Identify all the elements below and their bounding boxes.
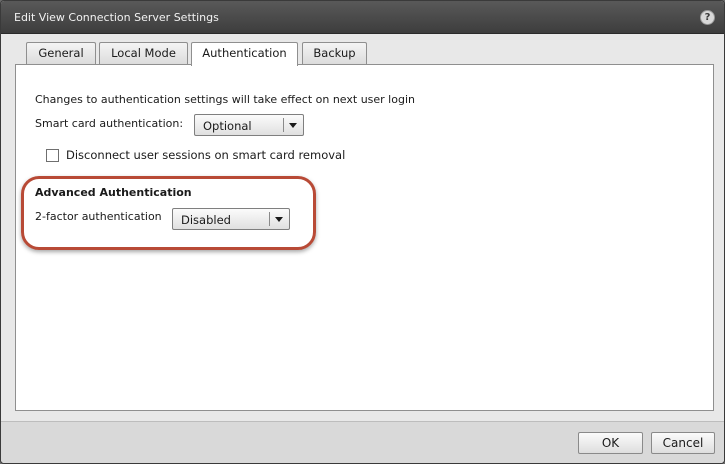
tab-general[interactable]: General xyxy=(26,42,96,64)
chevron-down-icon xyxy=(275,217,283,222)
dialog-footer: OK Cancel xyxy=(1,421,724,463)
help-icon[interactable]: ? xyxy=(700,10,715,25)
smart-card-select[interactable]: Optional xyxy=(194,114,304,136)
tab-backup[interactable]: Backup xyxy=(302,42,367,64)
cancel-button[interactable]: Cancel xyxy=(651,432,715,454)
smart-card-label: Smart card authentication: xyxy=(35,117,184,130)
disconnect-checkbox-label[interactable]: Disconnect user sessions on smart card r… xyxy=(66,148,345,162)
edit-settings-dialog: Edit View Connection Server Settings ? G… xyxy=(0,0,725,464)
select-divider xyxy=(269,212,270,226)
two-factor-label: 2-factor authentication xyxy=(35,210,162,223)
dialog-title: Edit View Connection Server Settings xyxy=(14,11,219,24)
title-bar[interactable]: Edit View Connection Server Settings ? xyxy=(1,1,724,34)
tab-local-mode[interactable]: Local Mode xyxy=(99,42,188,64)
two-factor-value: Disabled xyxy=(181,213,231,227)
ok-button[interactable]: OK xyxy=(578,432,643,454)
smart-card-value: Optional xyxy=(203,119,252,133)
chevron-down-icon xyxy=(289,123,297,128)
settings-notice: Changes to authentication settings will … xyxy=(35,93,415,106)
select-divider xyxy=(283,118,284,132)
tab-authentication[interactable]: Authentication xyxy=(191,42,298,66)
disconnect-checkbox[interactable] xyxy=(46,149,59,162)
advanced-authentication-heading: Advanced Authentication xyxy=(35,186,192,199)
two-factor-select[interactable]: Disabled xyxy=(172,208,290,230)
authentication-panel: Changes to authentication settings will … xyxy=(15,64,714,411)
